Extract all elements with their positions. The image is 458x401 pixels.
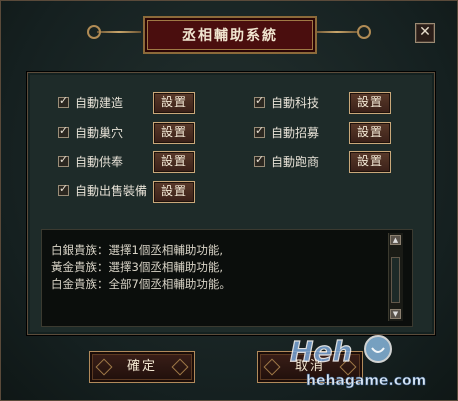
- info-line-gold: 黃金貴族：選擇3個丞相輔助功能,: [51, 260, 223, 274]
- auto-recruit-settings-button[interactable]: 設置: [349, 122, 391, 144]
- auto-offering-checkbox[interactable]: [58, 153, 69, 167]
- option-auto-sell-equipment[interactable]: 自動出售裝備: [58, 179, 147, 201]
- window-title: 丞相輔助系統: [182, 28, 278, 44]
- button-ornament-icon: [95, 358, 113, 376]
- assistant-dialog: 丞相輔助系統 ✕ 自動建造 設置 自動巢穴 設置 自動供奉 設置 自動出售裝備 …: [0, 0, 458, 401]
- auto-trade-checkbox[interactable]: [254, 153, 265, 167]
- title-banner: 丞相輔助系統: [143, 16, 317, 54]
- confirm-label: 確定: [126, 359, 157, 374]
- auto-tech-settings-button[interactable]: 設置: [349, 92, 391, 114]
- button-ornament-icon: [263, 358, 281, 376]
- info-scrollbar[interactable]: ▲ ▼: [388, 233, 403, 321]
- auto-offering-label: 自動供奉: [75, 154, 124, 169]
- option-auto-trade[interactable]: 自動跑商: [254, 150, 319, 172]
- auto-offering-settings-button[interactable]: 設置: [153, 151, 195, 173]
- info-textbox: 白銀貴族：選擇1個丞相輔助功能, 黃金貴族：選擇3個丞相輔助功能, 白金貴族：全…: [41, 229, 413, 327]
- site-watermark: Heh hehagame.com: [286, 321, 446, 391]
- auto-build-checkbox[interactable]: [58, 94, 69, 108]
- auto-build-label: 自動建造: [75, 95, 124, 110]
- auto-sell-equipment-settings-button[interactable]: 設置: [153, 181, 195, 203]
- auto-build-settings-button[interactable]: 設置: [153, 92, 195, 114]
- auto-nest-label: 自動巢穴: [75, 125, 124, 140]
- option-auto-nest[interactable]: 自動巢穴: [58, 121, 123, 143]
- scroll-down-arrow-icon[interactable]: ▼: [390, 309, 401, 319]
- auto-nest-checkbox[interactable]: [58, 124, 69, 138]
- option-auto-recruit[interactable]: 自動招募: [254, 121, 319, 143]
- info-line-platinum: 白金貴族：全部7個丞相輔助功能。: [51, 277, 231, 291]
- title-ornament-knot-right: [357, 25, 371, 39]
- scroll-thumb[interactable]: [391, 257, 400, 303]
- close-button[interactable]: ✕: [415, 23, 435, 43]
- option-auto-tech[interactable]: 自動科技: [254, 91, 319, 113]
- watermark-logo-text: Heh: [290, 335, 352, 368]
- auto-nest-settings-button[interactable]: 設置: [153, 122, 195, 144]
- close-icon: ✕: [419, 24, 431, 40]
- button-ornament-icon: [171, 358, 189, 376]
- watermark-logo: Heh hehagame.com: [289, 334, 426, 389]
- auto-sell-equipment-checkbox[interactable]: [58, 182, 69, 196]
- auto-tech-label: 自動科技: [271, 95, 320, 110]
- watermark-site: hehagame.com: [306, 373, 426, 389]
- auto-tech-checkbox[interactable]: [254, 94, 265, 108]
- title-ornament-knot-left: [87, 25, 101, 39]
- title-ornament-right: [315, 31, 359, 33]
- confirm-button[interactable]: 確定: [89, 351, 195, 383]
- auto-sell-equipment-label: 自動出售裝備: [75, 183, 148, 198]
- title-ornament-left: [97, 31, 141, 33]
- info-line-silver: 白銀貴族：選擇1個丞相輔助功能,: [51, 243, 223, 257]
- auto-recruit-label: 自動招募: [271, 125, 320, 140]
- option-auto-build[interactable]: 自動建造: [58, 91, 123, 113]
- auto-recruit-checkbox[interactable]: [254, 124, 265, 138]
- auto-trade-settings-button[interactable]: 設置: [349, 151, 391, 173]
- auto-trade-label: 自動跑商: [271, 154, 320, 169]
- option-auto-offering[interactable]: 自動供奉: [58, 150, 123, 172]
- scroll-up-arrow-icon[interactable]: ▲: [390, 235, 401, 245]
